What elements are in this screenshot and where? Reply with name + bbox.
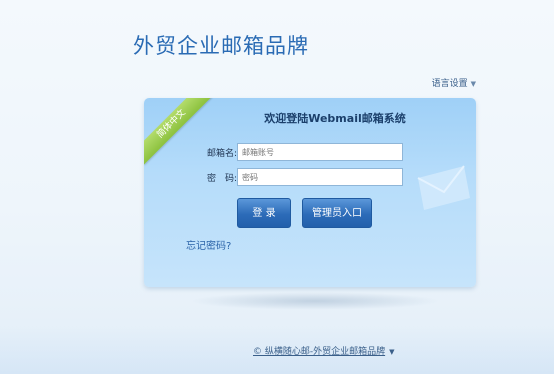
- language-label: 语言设置: [431, 79, 468, 89]
- account-row: 邮箱名:: [184, 143, 403, 161]
- forgot-password-link[interactable]: 忘记密码?: [186, 237, 231, 252]
- chevron-down-icon: ▼: [389, 348, 395, 356]
- footer-link[interactable]: © 纵横随心邮-外贸企业邮箱品牌 ▼: [253, 344, 395, 357]
- footer-text: © 纵横随心邮-外贸企业邮箱品牌: [253, 347, 386, 357]
- password-input[interactable]: [237, 168, 403, 186]
- account-label: 邮箱名:: [206, 148, 237, 159]
- brand-title: 外贸企业邮箱品牌: [133, 34, 309, 58]
- envelope-icon: [417, 165, 470, 210]
- chevron-down-icon: ▼: [470, 80, 476, 88]
- login-button[interactable]: 登 录: [237, 198, 291, 228]
- login-title: 欢迎登陆Webmail邮箱系统: [264, 112, 406, 125]
- login-panel: 简体中文 欢迎登陆Webmail邮箱系统 邮箱名: 密 码: 登 录 管理员入口…: [144, 98, 476, 287]
- password-row: 密 码:: [184, 168, 403, 186]
- admin-login-button[interactable]: 管理员入口: [302, 198, 372, 228]
- panel-shadow: [190, 292, 440, 310]
- account-input[interactable]: [237, 143, 403, 161]
- password-label: 密 码:: [206, 173, 237, 184]
- language-selector[interactable]: 语言设置 ▼: [432, 76, 476, 89]
